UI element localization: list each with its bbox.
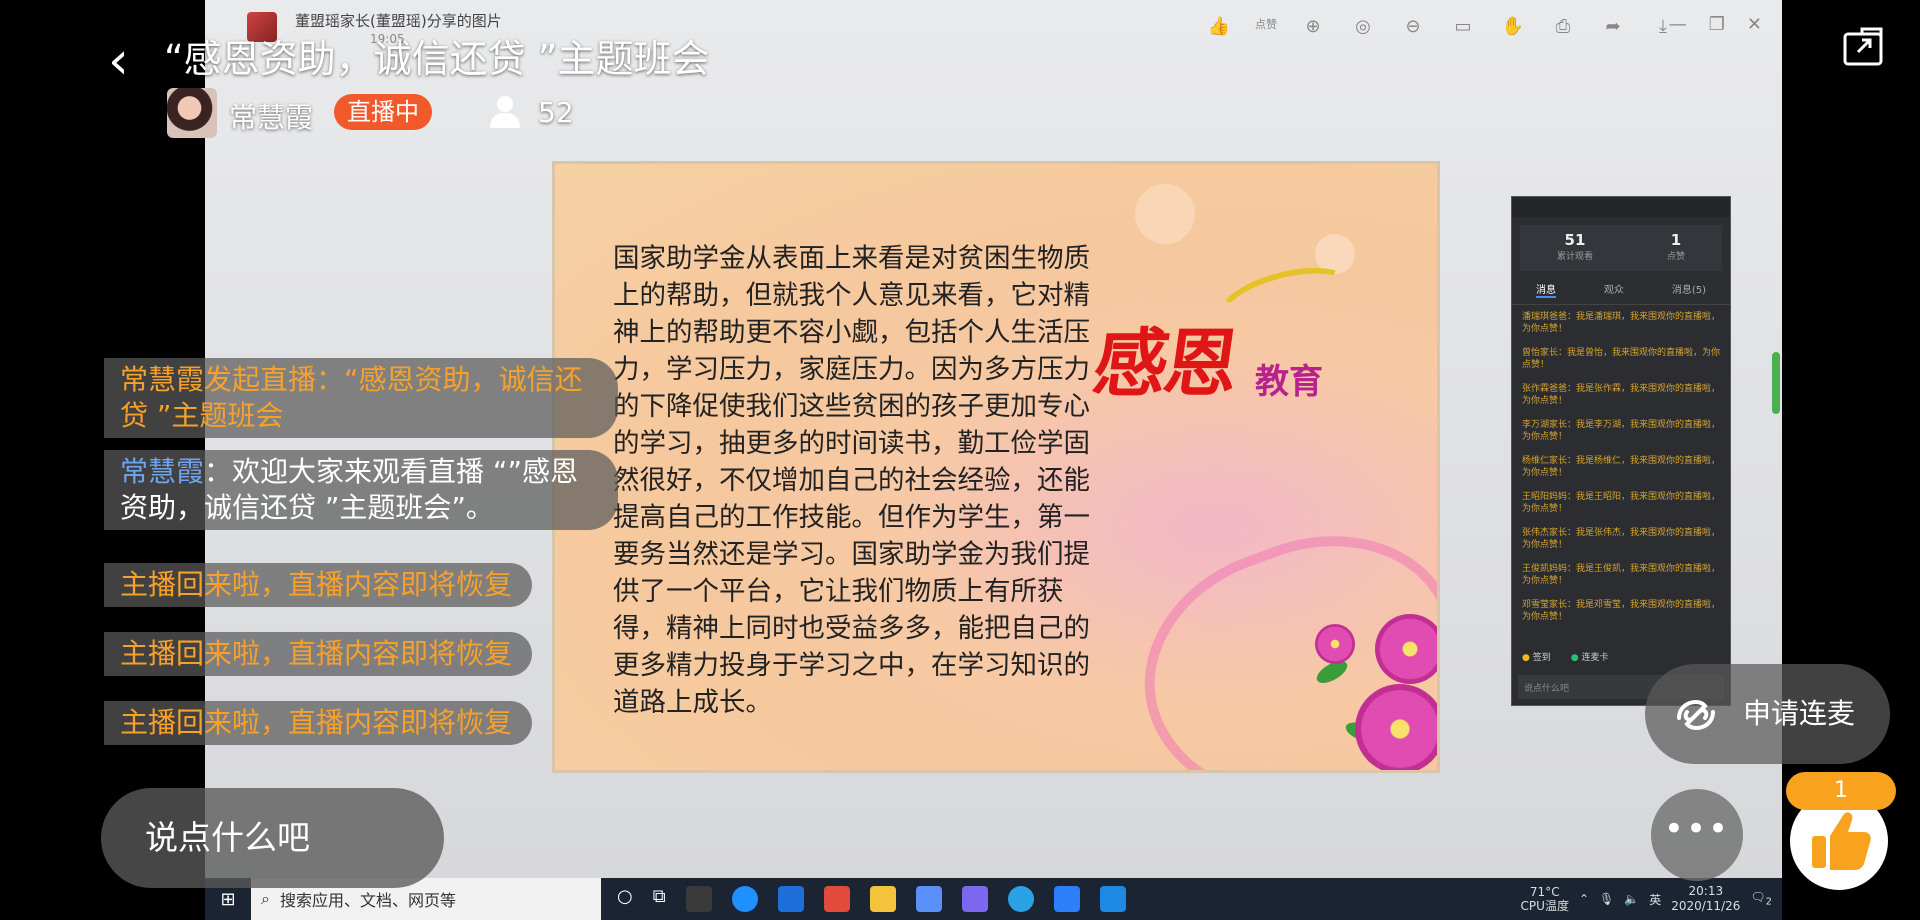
panel-tab[interactable]: 观众 bbox=[1604, 281, 1624, 298]
like-label: 点赞 bbox=[1255, 18, 1277, 31]
folder-icon[interactable] bbox=[869, 886, 896, 912]
panel-message: 王俊凯妈妈：我是王俊凯，我来围观你的直播啦，为你点赞！ bbox=[1522, 564, 1721, 586]
request-mic-button[interactable]: 申请连麦 bbox=[1645, 664, 1890, 764]
panel-stats: 51 累计观看 1 点赞 bbox=[1520, 225, 1722, 271]
share-screen-icon[interactable] bbox=[1842, 26, 1884, 68]
viewer-count: 52 bbox=[538, 96, 574, 129]
live-side-panel: 51 累计观看 1 点赞 消息 观众 消息(5) 潘瑞琪爸爸：我是潘瑞琪，我来围观你… bbox=[1511, 196, 1731, 706]
chat-message-user: 常慧霞：欢迎大家来观看直播 “”感恩资助，诚信还贷 ”主题班会”。 bbox=[104, 450, 618, 530]
panel-tab[interactable]: 消息(5) bbox=[1672, 281, 1706, 298]
decor-flower bbox=[1355, 684, 1437, 770]
mic-card-button[interactable]: ● 连麦卡 bbox=[1571, 650, 1609, 663]
panel-message: 邓雪莹家长：我是邓雪莹，我来围观你的直播啦，为你点赞！ bbox=[1522, 600, 1721, 622]
live-title: “感恩资助，诚信还贷 ”主题班会 bbox=[164, 37, 710, 81]
decor-petal bbox=[1135, 184, 1195, 244]
cpu-temp: 71°C CPU温度 bbox=[1520, 885, 1569, 913]
panel-message: 潘瑞琪爸爸：我是潘瑞琪，我来围观你的直播啦，为你点赞！ bbox=[1522, 312, 1721, 334]
volume-icon[interactable]: 🔈 bbox=[1624, 892, 1639, 906]
chat-message-text: 主播回来啦，直播内容即将恢复 bbox=[120, 637, 513, 670]
comment-input[interactable]: 说点什么吧 bbox=[101, 788, 444, 888]
notification-icon[interactable]: 🗨2 bbox=[1750, 890, 1772, 907]
stat-likes: 1 点赞 bbox=[1666, 231, 1685, 262]
slide-image: 感恩 教育 国家助学金从表面上来看是对贫困生物质上的帮助，但就我个人意见来看，它… bbox=[552, 161, 1440, 773]
more-options-button[interactable]: ••• bbox=[1651, 789, 1743, 881]
panel-message: 曾怡家长：我是曾怡，我来围观你的直播啦，为你点赞！ bbox=[1522, 348, 1721, 370]
taskbar-apps: ○ ⧉ bbox=[617, 886, 1126, 912]
host-name[interactable]: 常慧霞 bbox=[229, 96, 313, 136]
thumbs-up-icon[interactable]: 👍 bbox=[1205, 16, 1233, 37]
panel-messages: 潘瑞琪爸爸：我是潘瑞琪，我来围观你的直播啦，为你点赞！ 曾怡家长：我是曾怡，我来… bbox=[1512, 305, 1730, 641]
ime-indicator[interactable]: 英 bbox=[1649, 891, 1661, 908]
like-count-badge: 1 bbox=[1786, 772, 1896, 810]
wps-icon[interactable] bbox=[777, 886, 804, 912]
panel-message: 张作霖爸爸：我是张作霖，我来围观你的直播啦，为你点赞！ bbox=[1522, 384, 1721, 406]
live-stream-app: 董盟瑶家长(董盟瑶)分享的图片 19:05 👍 点赞 ⊕ ◎ ⊖ ▭ ✋ ⎙ ➦… bbox=[0, 0, 1920, 920]
rotate-icon[interactable]: ▭ bbox=[1449, 16, 1477, 37]
slide-text: 国家助学金从表面上来看是对贫困生物质上的帮助，但就我个人意见来看，它对精神上的帮… bbox=[613, 243, 1090, 718]
chat-separator: ： bbox=[204, 455, 233, 488]
browser-icon[interactable] bbox=[1007, 886, 1034, 912]
mic-tray-icon[interactable]: 🎙 bbox=[1599, 892, 1614, 906]
slide-logo-sub: 教育 bbox=[1255, 362, 1323, 402]
windows-taskbar: ⊞ ⌕ 搜索应用、文档、网页等 ○ ⧉ 71°C CPU温度 ⌃ 🎙 🔈 英 2… bbox=[205, 878, 1782, 920]
panel-message: 王昭阳妈妈：我是王昭阳，我来围观你的直播啦，为你点赞！ bbox=[1522, 492, 1721, 514]
checkin-button[interactable]: ● 签到 bbox=[1522, 650, 1551, 663]
hand-icon[interactable]: ✋ bbox=[1499, 16, 1527, 37]
panel-tab[interactable]: 消息 bbox=[1535, 281, 1556, 298]
app-icon[interactable] bbox=[1099, 886, 1126, 912]
app-icon[interactable] bbox=[685, 886, 712, 912]
zoom-out-icon[interactable]: ⊖ bbox=[1399, 16, 1427, 37]
app-icon[interactable] bbox=[961, 886, 988, 912]
close-icon[interactable]: ✕ bbox=[1747, 14, 1762, 35]
link-mic-icon bbox=[1677, 700, 1715, 730]
chat-message-system: 常慧霞发起直播：“感恩资助，诚信还贷 ”主题班会 bbox=[104, 358, 618, 438]
viewer-toolbar: 👍 点赞 ⊕ ◎ ⊖ ▭ ✋ ⎙ ➦ ⤓ bbox=[1205, 16, 1677, 37]
actual-size-icon[interactable]: ◎ bbox=[1349, 16, 1377, 37]
viewer-person-icon bbox=[490, 96, 520, 128]
chat-message-text: 常慧霞发起直播：“感恩资助，诚信还贷 ”主题班会 bbox=[120, 363, 583, 432]
taskbar-search-placeholder: 搜索应用、文档、网页等 bbox=[279, 891, 456, 910]
zoom-in-icon[interactable]: ⊕ bbox=[1299, 16, 1327, 37]
chat-message-system: 主播回来啦，直播内容即将恢复 bbox=[104, 632, 533, 676]
panel-header bbox=[1512, 197, 1730, 217]
chat-message-text: 主播回来啦，直播内容即将恢复 bbox=[120, 706, 513, 739]
print-icon[interactable]: ⎙ bbox=[1549, 16, 1577, 37]
start-menu-icon[interactable]: ⊞ bbox=[205, 889, 251, 910]
taskbar-clock[interactable]: 20:13 2020/11/26 bbox=[1671, 884, 1740, 914]
system-tray: 71°C CPU温度 ⌃ 🎙 🔈 英 20:13 2020/11/26 🗨2 bbox=[1521, 884, 1782, 914]
panel-message: 张伟杰家长：我是张伟杰，我来围观你的直播啦，为你点赞！ bbox=[1522, 528, 1721, 550]
panel-footer: ● 签到 ● 连麦卡 bbox=[1522, 650, 1609, 663]
stat-views: 51 累计观看 bbox=[1556, 231, 1593, 262]
panel-tabs: 消息 观众 消息(5) bbox=[1512, 281, 1730, 305]
chat-message-text: 主播回来啦，直播内容即将恢复 bbox=[120, 568, 513, 601]
ie-browser-icon[interactable] bbox=[731, 886, 758, 912]
restore-icon[interactable]: ❐ bbox=[1709, 14, 1725, 35]
task-view-icon[interactable]: ⧉ bbox=[653, 886, 666, 912]
app-icon[interactable] bbox=[823, 886, 850, 912]
window-controls: — ❐ ✕ bbox=[1669, 14, 1762, 35]
chat-message-system: 主播回来啦，直播内容即将恢复 bbox=[104, 563, 533, 607]
app-icon[interactable] bbox=[1053, 886, 1080, 912]
decor-flower bbox=[1315, 624, 1355, 664]
panel-message: 李万湖家长：我是李万湖，我来围观你的直播啦，为你点赞！ bbox=[1522, 420, 1721, 442]
app-icon[interactable] bbox=[915, 886, 942, 912]
screen-scrollbar[interactable] bbox=[1772, 352, 1780, 414]
back-arrow-icon[interactable]: ‹ bbox=[108, 34, 144, 88]
chat-message-system: 主播回来啦，直播内容即将恢复 bbox=[104, 701, 533, 745]
host-avatar[interactable] bbox=[167, 88, 217, 138]
live-status-badge: 直播中 bbox=[334, 94, 432, 130]
forward-icon[interactable]: ➦ bbox=[1599, 16, 1627, 37]
decor-flower bbox=[1375, 614, 1437, 684]
search-icon: ⌕ bbox=[261, 889, 270, 908]
minimize-icon[interactable]: — bbox=[1669, 14, 1687, 35]
cortana-icon[interactable]: ○ bbox=[617, 886, 633, 912]
tray-chevron-icon[interactable]: ⌃ bbox=[1579, 892, 1589, 906]
request-mic-label: 申请连麦 bbox=[1743, 697, 1856, 730]
chat-user-name[interactable]: 常慧霞 bbox=[120, 455, 204, 488]
panel-message: 杨维仁家长：我是杨维仁，我来围观你的直播啦，为你点赞！ bbox=[1522, 456, 1721, 478]
